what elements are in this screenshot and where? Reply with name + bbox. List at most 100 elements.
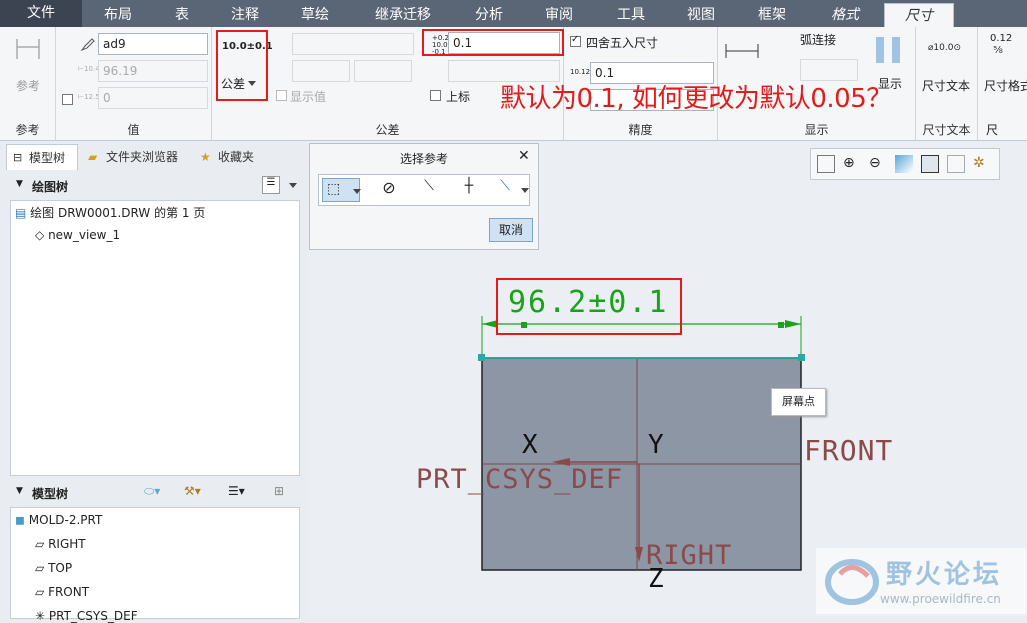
value-icon: ⊢10.4	[78, 65, 100, 73]
select-ref-button[interactable]: ⬚	[322, 178, 361, 202]
view-icon: ◇	[35, 228, 45, 242]
tree-item-datum-top[interactable]: ▱ TOP	[35, 561, 72, 575]
tab-dimension[interactable]: 尺寸	[884, 3, 954, 27]
tab-folder-browser[interactable]: ▰ 文件夹浏览器	[84, 144, 190, 170]
display-style-icon[interactable]: ⬭▾	[144, 484, 160, 499]
superscript-checkbox[interactable]	[430, 90, 441, 101]
saved-view-icon[interactable]	[947, 155, 965, 173]
datum-display-icon[interactable]: ✲	[973, 155, 991, 173]
tree-item-label: FRONT	[48, 585, 90, 599]
shaft-class-field[interactable]	[354, 60, 412, 82]
tab-favorites[interactable]: ★ 收藏夹	[196, 144, 266, 170]
watermark: 野火论坛 www.proewildfire.cn	[816, 548, 1026, 614]
tree-item-part[interactable]: ◼ MOLD-2.PRT	[15, 513, 102, 527]
edge-handle[interactable]	[478, 354, 485, 361]
filter-icon[interactable]: ⊞	[274, 484, 284, 498]
tab-review[interactable]: 审阅	[524, 3, 594, 27]
arrow-style-icon	[725, 44, 759, 58]
tab-view[interactable]: 视图	[668, 3, 734, 27]
highlight-upper-tolerance	[422, 29, 564, 56]
collapse-icon[interactable]: ▼	[16, 486, 23, 496]
zoom-out-icon[interactable]: ⊖	[869, 155, 887, 173]
tree-item-view[interactable]: ◇ new_view_1	[35, 228, 120, 242]
tree-settings-icon[interactable]: ☰	[262, 176, 280, 194]
tree-settings-chevron-icon[interactable]	[289, 183, 297, 188]
model-tree-title: 模型树	[32, 487, 69, 501]
round-checkbox[interactable]: ✓	[570, 34, 581, 47]
dim-handle[interactable]	[778, 322, 784, 328]
group-label-value: 值	[127, 123, 140, 137]
display-style-icon[interactable]	[921, 155, 939, 173]
collapse-icon[interactable]: ▼	[16, 179, 23, 189]
group-label-display: 显示	[804, 123, 829, 137]
drawing-icon: ▤	[15, 206, 27, 220]
settings-icon[interactable]: ☰▾	[228, 484, 245, 498]
datum-plane-icon: ▱	[35, 585, 45, 599]
dim-format-icon: 0.12 ⅝	[990, 33, 1013, 56]
superscript-label: 上标	[446, 90, 471, 104]
tab-model-tree[interactable]: ⊟ 模型树	[6, 144, 78, 170]
view-toolbar: ⊕ ⊖ ✲	[810, 148, 1000, 180]
favorites-icon: ★	[200, 150, 211, 164]
tree-item-drawing[interactable]: ▤ 绘图 DRW0001.DRW 的第 1 页	[15, 204, 205, 221]
tab-format[interactable]: 格式	[810, 3, 880, 27]
cancel-button[interactable]: 取消	[489, 218, 533, 242]
override-field[interactable]: 0	[98, 87, 208, 109]
show-value-checkbox[interactable]	[276, 90, 287, 101]
folder-icon: ▰	[88, 150, 98, 164]
tab-annotate[interactable]: 注释	[212, 3, 278, 27]
watermark-url: www.proewildfire.cn	[880, 592, 1001, 606]
midpoint-icon: ⟍	[424, 178, 434, 194]
hole-class-field[interactable]	[292, 60, 350, 82]
tangent-ref-button[interactable]: ⊘	[371, 178, 407, 202]
refit-icon[interactable]	[895, 155, 913, 173]
tree-item-label: RIGHT	[48, 537, 86, 551]
tab-tools[interactable]: 工具	[596, 3, 666, 27]
navigator-panel: ⊟ 模型树 ▰ 文件夹浏览器 ★ 收藏夹 ▼ 绘图树 ☰ ▤ 绘图 DRW000…	[0, 142, 307, 623]
dialog-title: 选择参考	[399, 152, 448, 166]
reference-type-bar: ⬚ ⊘ ⟍ ┼ ⟍	[318, 174, 530, 206]
override-checkbox[interactable]	[62, 94, 73, 105]
intersection-ref-button[interactable]: ┼	[451, 178, 487, 202]
tab-layout[interactable]: 布局	[84, 3, 152, 27]
tree-item-label: MOLD-2.PRT	[28, 513, 103, 527]
more-ref-chevron-icon[interactable]	[521, 188, 529, 193]
tab-legacy-migration[interactable]: 继承迁移	[352, 3, 454, 27]
close-icon[interactable]: ✕	[518, 148, 530, 164]
ribbon-tab-bar: 文件 布局 表 注释 草绘 继承迁移 分析 审阅 工具 视图 框架 格式 尺寸	[0, 0, 1027, 27]
drawing-tree: ▤ 绘图 DRW0001.DRW 的第 1 页 ◇ new_view_1	[10, 200, 300, 476]
midpoint-ref-button[interactable]: ⟍	[411, 178, 447, 202]
arc-connect-label: 弧连接	[800, 33, 837, 47]
tree-item-label: PRT_CSYS_DEF	[48, 609, 138, 623]
group-label-precision: 精度	[628, 123, 653, 137]
annotation-question: 默认为0.1, 如何更改为默认0.05？	[500, 84, 892, 114]
tab-frame[interactable]: 框架	[736, 3, 808, 27]
tools-icon[interactable]: ⚒▾	[184, 484, 201, 498]
name-edit-icon	[80, 38, 95, 52]
tree-item-csys[interactable]: ✳ PRT_CSYS_DEF	[35, 609, 138, 623]
model-tree: ◼ MOLD-2.PRT ▱ RIGHT ▱ TOP ▱ FRONT ✳ PRT…	[10, 507, 300, 623]
dim-text-icon: ⌀10.0⊙	[928, 43, 961, 53]
tab-file[interactable]: 文件	[0, 0, 82, 27]
intersection-icon: ┼	[464, 178, 474, 194]
screen-point-tooltip: 屏幕点	[771, 388, 826, 416]
tab-analysis[interactable]: 分析	[456, 3, 522, 27]
group-label-reference: 参考	[15, 123, 40, 137]
tree-item-datum-front[interactable]: ▱ FRONT	[35, 585, 89, 599]
tab-table[interactable]: 表	[154, 3, 210, 27]
dim-format-button[interactable]: 尺寸格式	[984, 77, 1027, 94]
show-value-label: 显示值	[290, 90, 327, 104]
edge-handle[interactable]	[798, 354, 805, 361]
zoom-window-icon[interactable]	[817, 155, 835, 173]
reference-button[interactable]: 参考	[16, 77, 40, 94]
tolerance-table-field[interactable]	[292, 33, 414, 55]
group-label-tolerance[interactable]: 公差	[212, 121, 563, 138]
name-field[interactable]: ad9	[98, 33, 208, 55]
line-ref-button[interactable]: ⟍	[491, 178, 519, 202]
value-field[interactable]: 96.19	[98, 60, 208, 82]
tree-item-datum-right[interactable]: ▱ RIGHT	[35, 537, 86, 551]
label-y: Y	[648, 430, 664, 460]
dim-text-button[interactable]: 尺寸文本	[922, 77, 970, 94]
tab-sketch[interactable]: 草绘	[280, 3, 350, 27]
zoom-in-icon[interactable]: ⊕	[843, 155, 861, 173]
